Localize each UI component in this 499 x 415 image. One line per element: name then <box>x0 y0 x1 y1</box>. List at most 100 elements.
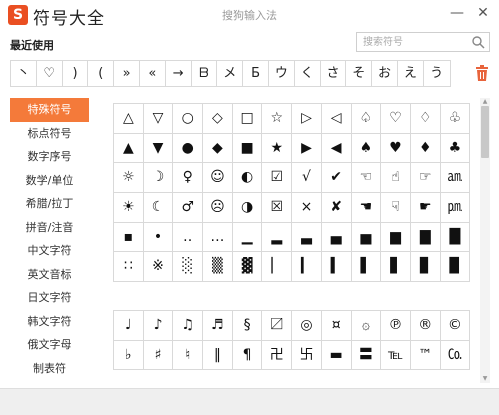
symbol-cell[interactable]: 卐 <box>292 340 322 371</box>
symbol-cell[interactable]: ◐ <box>232 163 263 194</box>
symbol-cell[interactable]: ♪ <box>143 311 174 341</box>
recent-symbol[interactable]: え <box>398 61 424 86</box>
symbol-cell[interactable]: ☝ <box>381 163 411 194</box>
recent-symbol[interactable]: « <box>140 61 166 86</box>
sidebar-category-item[interactable]: 俄文字母 <box>10 333 89 357</box>
close-button[interactable]: ✕ <box>472 2 494 24</box>
symbol-cell[interactable]: ▶ <box>292 133 322 164</box>
symbol-cell[interactable]: ▏ <box>262 252 293 283</box>
symbol-cell[interactable]: ☺ <box>203 163 233 194</box>
symbol-cell[interactable]: ▓ <box>232 252 263 283</box>
symbol-cell[interactable]: ◎ <box>292 311 322 341</box>
symbol-cell[interactable]: ℡ <box>381 340 411 371</box>
symbol-cell[interactable]: ☹ <box>203 193 233 223</box>
symbol-cell[interactable]: ☛ <box>410 193 441 223</box>
symbol-cell[interactable]: ♭ <box>114 340 144 371</box>
symbol-cell[interactable]: ◀ <box>321 133 352 164</box>
symbol-cell[interactable]: ✔ <box>321 163 352 194</box>
symbol-cell[interactable]: § <box>232 311 263 341</box>
symbol-cell[interactable]: ♮ <box>173 340 204 371</box>
symbol-cell[interactable]: ◆ <box>203 133 233 164</box>
symbol-cell[interactable]: ® <box>410 311 441 341</box>
symbol-cell[interactable]: ▎ <box>292 252 322 283</box>
symbol-cell[interactable]: ◁ <box>321 104 352 134</box>
symbol-cell[interactable]: ™ <box>410 340 441 371</box>
symbol-cell[interactable]: ☚ <box>351 193 382 223</box>
symbol-cell[interactable]: ♬ <box>203 311 233 341</box>
symbol-cell[interactable]: △ <box>114 104 144 134</box>
sidebar-category-item[interactable]: 数学/单位 <box>10 169 89 193</box>
search-icon[interactable] <box>471 35 485 49</box>
symbol-cell[interactable]: ♫ <box>173 311 204 341</box>
scroll-up-arrow-icon[interactable]: ▲ <box>480 98 490 106</box>
symbol-cell[interactable]: ☼ <box>114 163 144 194</box>
symbol-cell[interactable]: ○ <box>173 104 204 134</box>
sidebar-category-item[interactable]: 制表符 <box>10 357 89 381</box>
sidebar-category-item[interactable]: 标点符号 <box>10 122 89 146</box>
symbol-cell[interactable]: □ <box>232 104 263 134</box>
recent-symbol[interactable]: Б <box>243 61 269 86</box>
symbol-cell[interactable]: … <box>203 222 233 253</box>
symbol-cell[interactable]: ▇ <box>410 222 441 253</box>
recent-symbol[interactable]: 丶 <box>11 61 37 86</box>
symbol-cell[interactable]: ‖ <box>203 340 233 371</box>
symbol-cell[interactable]: ▉ <box>440 252 471 283</box>
sidebar-category-item[interactable]: 希腊/拉丁 <box>10 192 89 216</box>
symbol-cell[interactable]: ㏘ <box>440 193 471 223</box>
sidebar-category-item[interactable]: 拼音/注音 <box>10 216 89 240</box>
symbol-cell[interactable]: ▄ <box>321 222 352 253</box>
symbol-cell[interactable]: ♡ <box>381 104 411 134</box>
symbol-cell[interactable]: ✘ <box>321 193 352 223</box>
symbol-cell[interactable]: ◇ <box>203 104 233 134</box>
symbol-cell[interactable]: ☽ <box>143 163 174 194</box>
symbol-cell[interactable]: • <box>143 222 174 253</box>
symbol-cell[interactable]: ♥ <box>381 133 411 164</box>
symbol-cell[interactable]: ☞ <box>410 163 441 194</box>
symbol-cell[interactable]: √ <box>292 163 322 194</box>
symbol-cell[interactable]: ☑ <box>262 163 293 194</box>
symbol-cell[interactable]: ▲ <box>114 133 144 164</box>
symbol-cell[interactable]: ▌ <box>351 252 382 283</box>
recent-symbol[interactable]: ♡ <box>37 61 63 86</box>
recent-symbol[interactable]: » <box>114 61 140 86</box>
sidebar-category-item[interactable]: 英文音标 <box>10 263 89 287</box>
symbol-cell[interactable]: ☟ <box>381 193 411 223</box>
symbol-cell[interactable]: © <box>440 311 471 341</box>
symbol-cell[interactable]: ♩ <box>114 311 144 341</box>
symbol-cell[interactable]: ‥ <box>173 222 204 253</box>
symbol-cell[interactable]: ☜ <box>351 163 382 194</box>
recent-symbol[interactable]: う <box>424 61 450 86</box>
symbol-cell[interactable]: ∷ <box>114 252 144 283</box>
scroll-down-arrow-icon[interactable]: ▼ <box>480 375 490 383</box>
symbol-cell[interactable]: ㏂ <box>440 163 471 194</box>
symbol-cell[interactable]: ☀ <box>114 193 144 223</box>
symbol-cell[interactable]: ▽ <box>143 104 174 134</box>
recent-symbol[interactable]: さ <box>321 61 347 86</box>
sidebar-category-item[interactable]: 数字序号 <box>10 145 89 169</box>
symbol-cell[interactable]: ۞ <box>351 311 382 341</box>
symbol-cell[interactable]: ★ <box>262 133 293 164</box>
symbol-cell[interactable]: ▅ <box>351 222 382 253</box>
recent-symbol[interactable]: ウ <box>269 61 295 86</box>
symbol-cell[interactable]: ■ <box>232 133 263 164</box>
symbol-cell[interactable]: ▍ <box>321 252 352 283</box>
symbol-cell[interactable]: ▆ <box>381 222 411 253</box>
symbol-cell[interactable]: ♠ <box>351 133 382 164</box>
search-input[interactable] <box>357 33 469 51</box>
recent-symbol[interactable]: → <box>166 61 192 86</box>
symbol-cell[interactable]: 〓 <box>351 340 382 371</box>
symbol-cell[interactable]: ▊ <box>410 252 441 283</box>
symbol-cell[interactable]: ♢ <box>410 104 441 134</box>
trash-icon[interactable] <box>474 64 490 82</box>
symbol-cell[interactable]: 〼 <box>262 311 293 341</box>
symbol-cell[interactable]: ¶ <box>232 340 263 371</box>
symbol-cell[interactable]: × <box>292 193 322 223</box>
symbol-cell[interactable]: ☾ <box>143 193 174 223</box>
sidebar-category-item[interactable]: 中文字符 <box>10 239 89 263</box>
symbol-cell[interactable]: ♧ <box>440 104 471 134</box>
symbol-cell[interactable]: ※ <box>143 252 174 283</box>
recent-symbol[interactable]: く <box>295 61 321 86</box>
symbol-cell[interactable]: ▼ <box>143 133 174 164</box>
symbol-cell[interactable]: ◑ <box>232 193 263 223</box>
symbol-cell[interactable]: ▷ <box>292 104 322 134</box>
